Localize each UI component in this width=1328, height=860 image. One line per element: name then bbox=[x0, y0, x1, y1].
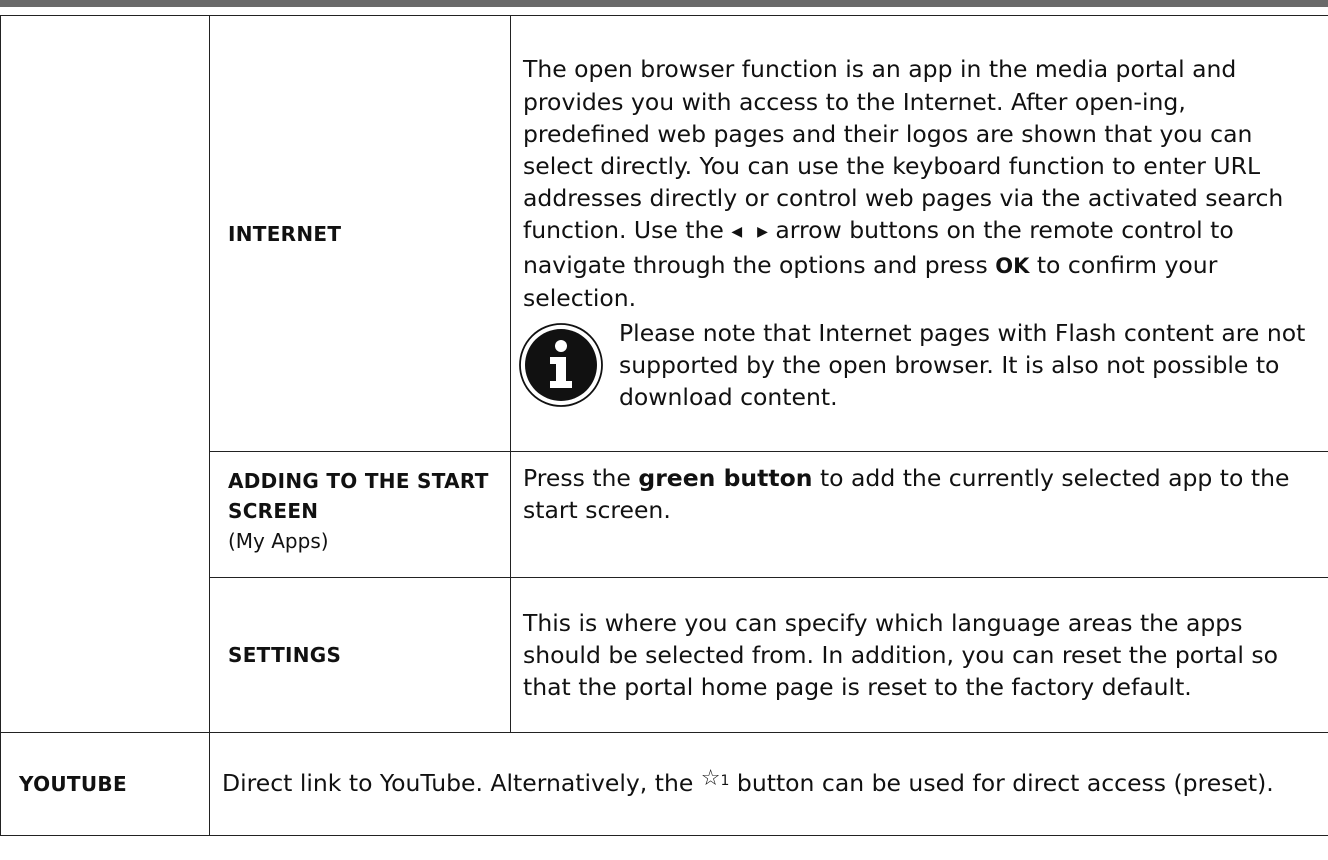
green-button-keyword: green button bbox=[638, 464, 813, 492]
settings-description: This is where you can specify which lang… bbox=[510, 577, 1328, 733]
settings-label: SETTINGS bbox=[209, 577, 511, 733]
star-icon: ☆1 bbox=[700, 766, 730, 791]
table-row: INTERNET The open browser function is an… bbox=[0, 15, 1328, 733]
adding-sublabel: (My Apps) bbox=[228, 529, 329, 553]
adding-description: Press the green button to add the curren… bbox=[510, 451, 1328, 578]
internet-description: The open browser function is an app in t… bbox=[510, 15, 1328, 452]
youtube-description: Direct link to YouTube. Alternatively, t… bbox=[209, 732, 1328, 836]
internet-label: INTERNET bbox=[209, 15, 511, 452]
empty-category-cell bbox=[0, 15, 210, 733]
arrow-left-icon: ◀ bbox=[731, 224, 743, 241]
top-rule bbox=[0, 0, 1328, 7]
adding-label-cell: ADDING TO THE START SCREEN (My Apps) bbox=[209, 451, 511, 578]
internet-paragraph: The open browser function is an app in t… bbox=[523, 55, 1284, 312]
info-icon bbox=[519, 323, 603, 408]
arrow-right-icon: ▶ bbox=[757, 224, 768, 241]
table-row: YOUTUBE Direct link to YouTube. Alternat… bbox=[0, 732, 1328, 836]
youtube-label: YOUTUBE bbox=[0, 732, 210, 836]
info-note-text: Please note that Internet pages with Fla… bbox=[619, 319, 1306, 412]
info-note: Please note that Internet pages with Fla… bbox=[519, 317, 1316, 414]
ok-keyword: OK bbox=[995, 253, 1030, 278]
adding-label: ADDING TO THE START SCREEN bbox=[228, 469, 489, 523]
feature-table: INTERNET The open browser function is an… bbox=[0, 15, 1328, 836]
